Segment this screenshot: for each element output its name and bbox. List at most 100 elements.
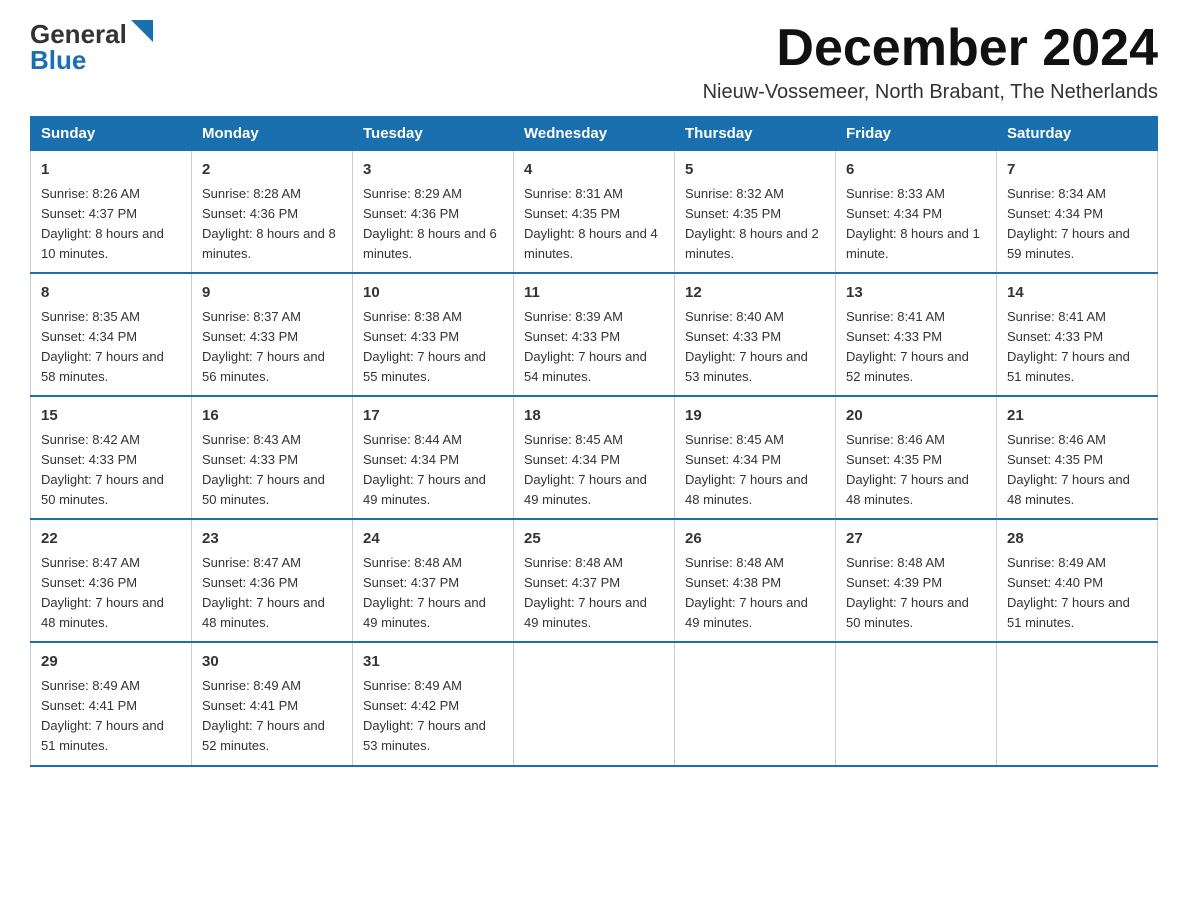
col-thursday: Thursday: [675, 117, 836, 151]
day-info: Sunrise: 8:29 AMSunset: 4:36 PMDaylight:…: [363, 186, 497, 261]
day-number: 20: [846, 405, 986, 428]
logo-general-text: General: [30, 21, 127, 47]
day-info: Sunrise: 8:49 AMSunset: 4:41 PMDaylight:…: [202, 678, 325, 753]
calendar-cell: 29 Sunrise: 8:49 AMSunset: 4:41 PMDaylig…: [31, 642, 192, 765]
calendar-cell: [514, 642, 675, 765]
calendar-cell: 2 Sunrise: 8:28 AMSunset: 4:36 PMDayligh…: [192, 151, 353, 274]
calendar-week-row: 15 Sunrise: 8:42 AMSunset: 4:33 PMDaylig…: [31, 396, 1158, 519]
calendar-cell: 24 Sunrise: 8:48 AMSunset: 4:37 PMDaylig…: [353, 519, 514, 642]
calendar-cell: 30 Sunrise: 8:49 AMSunset: 4:41 PMDaylig…: [192, 642, 353, 765]
calendar-cell: [836, 642, 997, 765]
day-number: 24: [363, 528, 503, 551]
col-sunday: Sunday: [31, 117, 192, 151]
calendar-week-row: 29 Sunrise: 8:49 AMSunset: 4:41 PMDaylig…: [31, 642, 1158, 765]
calendar-cell: 14 Sunrise: 8:41 AMSunset: 4:33 PMDaylig…: [997, 273, 1158, 396]
day-number: 3: [363, 159, 503, 182]
calendar-cell: 31 Sunrise: 8:49 AMSunset: 4:42 PMDaylig…: [353, 642, 514, 765]
day-info: Sunrise: 8:31 AMSunset: 4:35 PMDaylight:…: [524, 186, 658, 261]
calendar-week-row: 22 Sunrise: 8:47 AMSunset: 4:36 PMDaylig…: [31, 519, 1158, 642]
calendar-cell: 15 Sunrise: 8:42 AMSunset: 4:33 PMDaylig…: [31, 396, 192, 519]
day-number: 17: [363, 405, 503, 428]
calendar-cell: [997, 642, 1158, 765]
calendar-cell: 26 Sunrise: 8:48 AMSunset: 4:38 PMDaylig…: [675, 519, 836, 642]
day-info: Sunrise: 8:48 AMSunset: 4:39 PMDaylight:…: [846, 555, 969, 630]
day-info: Sunrise: 8:39 AMSunset: 4:33 PMDaylight:…: [524, 309, 647, 384]
calendar-cell: 3 Sunrise: 8:29 AMSunset: 4:36 PMDayligh…: [353, 151, 514, 274]
calendar-cell: 25 Sunrise: 8:48 AMSunset: 4:37 PMDaylig…: [514, 519, 675, 642]
calendar-cell: 28 Sunrise: 8:49 AMSunset: 4:40 PMDaylig…: [997, 519, 1158, 642]
day-number: 30: [202, 651, 342, 674]
day-info: Sunrise: 8:37 AMSunset: 4:33 PMDaylight:…: [202, 309, 325, 384]
calendar-body: 1 Sunrise: 8:26 AMSunset: 4:37 PMDayligh…: [31, 151, 1158, 766]
day-number: 11: [524, 282, 664, 305]
calendar-cell: 8 Sunrise: 8:35 AMSunset: 4:34 PMDayligh…: [31, 273, 192, 396]
calendar-cell: 27 Sunrise: 8:48 AMSunset: 4:39 PMDaylig…: [836, 519, 997, 642]
day-info: Sunrise: 8:28 AMSunset: 4:36 PMDaylight:…: [202, 186, 336, 261]
day-number: 1: [41, 159, 181, 182]
location-subtitle: Nieuw-Vossemeer, North Brabant, The Neth…: [703, 81, 1158, 104]
day-number: 8: [41, 282, 181, 305]
col-monday: Monday: [192, 117, 353, 151]
day-number: 18: [524, 405, 664, 428]
calendar-cell: 11 Sunrise: 8:39 AMSunset: 4:33 PMDaylig…: [514, 273, 675, 396]
logo-blue-text: Blue: [30, 47, 86, 73]
day-info: Sunrise: 8:47 AMSunset: 4:36 PMDaylight:…: [41, 555, 164, 630]
calendar-cell: 7 Sunrise: 8:34 AMSunset: 4:34 PMDayligh…: [997, 151, 1158, 274]
col-friday: Friday: [836, 117, 997, 151]
day-number: 14: [1007, 282, 1147, 305]
col-saturday: Saturday: [997, 117, 1158, 151]
calendar-cell: 12 Sunrise: 8:40 AMSunset: 4:33 PMDaylig…: [675, 273, 836, 396]
day-info: Sunrise: 8:41 AMSunset: 4:33 PMDaylight:…: [846, 309, 969, 384]
day-number: 23: [202, 528, 342, 551]
page-header: General Blue December 2024 Nieuw-Vosseme…: [30, 20, 1158, 104]
calendar-cell: 18 Sunrise: 8:45 AMSunset: 4:34 PMDaylig…: [514, 396, 675, 519]
col-tuesday: Tuesday: [353, 117, 514, 151]
day-number: 21: [1007, 405, 1147, 428]
day-info: Sunrise: 8:45 AMSunset: 4:34 PMDaylight:…: [685, 432, 808, 507]
day-info: Sunrise: 8:41 AMSunset: 4:33 PMDaylight:…: [1007, 309, 1130, 384]
calendar-table: Sunday Monday Tuesday Wednesday Thursday…: [30, 116, 1158, 766]
day-info: Sunrise: 8:44 AMSunset: 4:34 PMDaylight:…: [363, 432, 486, 507]
day-number: 12: [685, 282, 825, 305]
calendar-cell: 23 Sunrise: 8:47 AMSunset: 4:36 PMDaylig…: [192, 519, 353, 642]
col-wednesday: Wednesday: [514, 117, 675, 151]
day-number: 6: [846, 159, 986, 182]
day-number: 31: [363, 651, 503, 674]
day-number: 9: [202, 282, 342, 305]
day-info: Sunrise: 8:48 AMSunset: 4:37 PMDaylight:…: [524, 555, 647, 630]
day-number: 28: [1007, 528, 1147, 551]
day-number: 16: [202, 405, 342, 428]
day-info: Sunrise: 8:49 AMSunset: 4:40 PMDaylight:…: [1007, 555, 1130, 630]
title-block: December 2024 Nieuw-Vossemeer, North Bra…: [703, 20, 1158, 104]
day-number: 13: [846, 282, 986, 305]
day-number: 2: [202, 159, 342, 182]
day-info: Sunrise: 8:26 AMSunset: 4:37 PMDaylight:…: [41, 186, 164, 261]
day-info: Sunrise: 8:49 AMSunset: 4:41 PMDaylight:…: [41, 678, 164, 753]
calendar-cell: 16 Sunrise: 8:43 AMSunset: 4:33 PMDaylig…: [192, 396, 353, 519]
day-info: Sunrise: 8:35 AMSunset: 4:34 PMDaylight:…: [41, 309, 164, 384]
calendar-cell: 13 Sunrise: 8:41 AMSunset: 4:33 PMDaylig…: [836, 273, 997, 396]
calendar-cell: 17 Sunrise: 8:44 AMSunset: 4:34 PMDaylig…: [353, 396, 514, 519]
calendar-cell: 22 Sunrise: 8:47 AMSunset: 4:36 PMDaylig…: [31, 519, 192, 642]
calendar-week-row: 1 Sunrise: 8:26 AMSunset: 4:37 PMDayligh…: [31, 151, 1158, 274]
calendar-cell: 10 Sunrise: 8:38 AMSunset: 4:33 PMDaylig…: [353, 273, 514, 396]
calendar-cell: 1 Sunrise: 8:26 AMSunset: 4:37 PMDayligh…: [31, 151, 192, 274]
logo: General Blue: [30, 20, 153, 73]
month-title: December 2024: [703, 20, 1158, 77]
day-info: Sunrise: 8:48 AMSunset: 4:38 PMDaylight:…: [685, 555, 808, 630]
day-number: 15: [41, 405, 181, 428]
calendar-cell: [675, 642, 836, 765]
day-number: 19: [685, 405, 825, 428]
day-info: Sunrise: 8:34 AMSunset: 4:34 PMDaylight:…: [1007, 186, 1130, 261]
day-info: Sunrise: 8:33 AMSunset: 4:34 PMDaylight:…: [846, 186, 980, 261]
day-info: Sunrise: 8:45 AMSunset: 4:34 PMDaylight:…: [524, 432, 647, 507]
day-info: Sunrise: 8:40 AMSunset: 4:33 PMDaylight:…: [685, 309, 808, 384]
calendar-cell: 6 Sunrise: 8:33 AMSunset: 4:34 PMDayligh…: [836, 151, 997, 274]
calendar-cell: 21 Sunrise: 8:46 AMSunset: 4:35 PMDaylig…: [997, 396, 1158, 519]
day-info: Sunrise: 8:43 AMSunset: 4:33 PMDaylight:…: [202, 432, 325, 507]
calendar-cell: 4 Sunrise: 8:31 AMSunset: 4:35 PMDayligh…: [514, 151, 675, 274]
day-info: Sunrise: 8:49 AMSunset: 4:42 PMDaylight:…: [363, 678, 486, 753]
logo-triangle-icon: [131, 20, 153, 42]
calendar-cell: 9 Sunrise: 8:37 AMSunset: 4:33 PMDayligh…: [192, 273, 353, 396]
calendar-header: Sunday Monday Tuesday Wednesday Thursday…: [31, 117, 1158, 151]
